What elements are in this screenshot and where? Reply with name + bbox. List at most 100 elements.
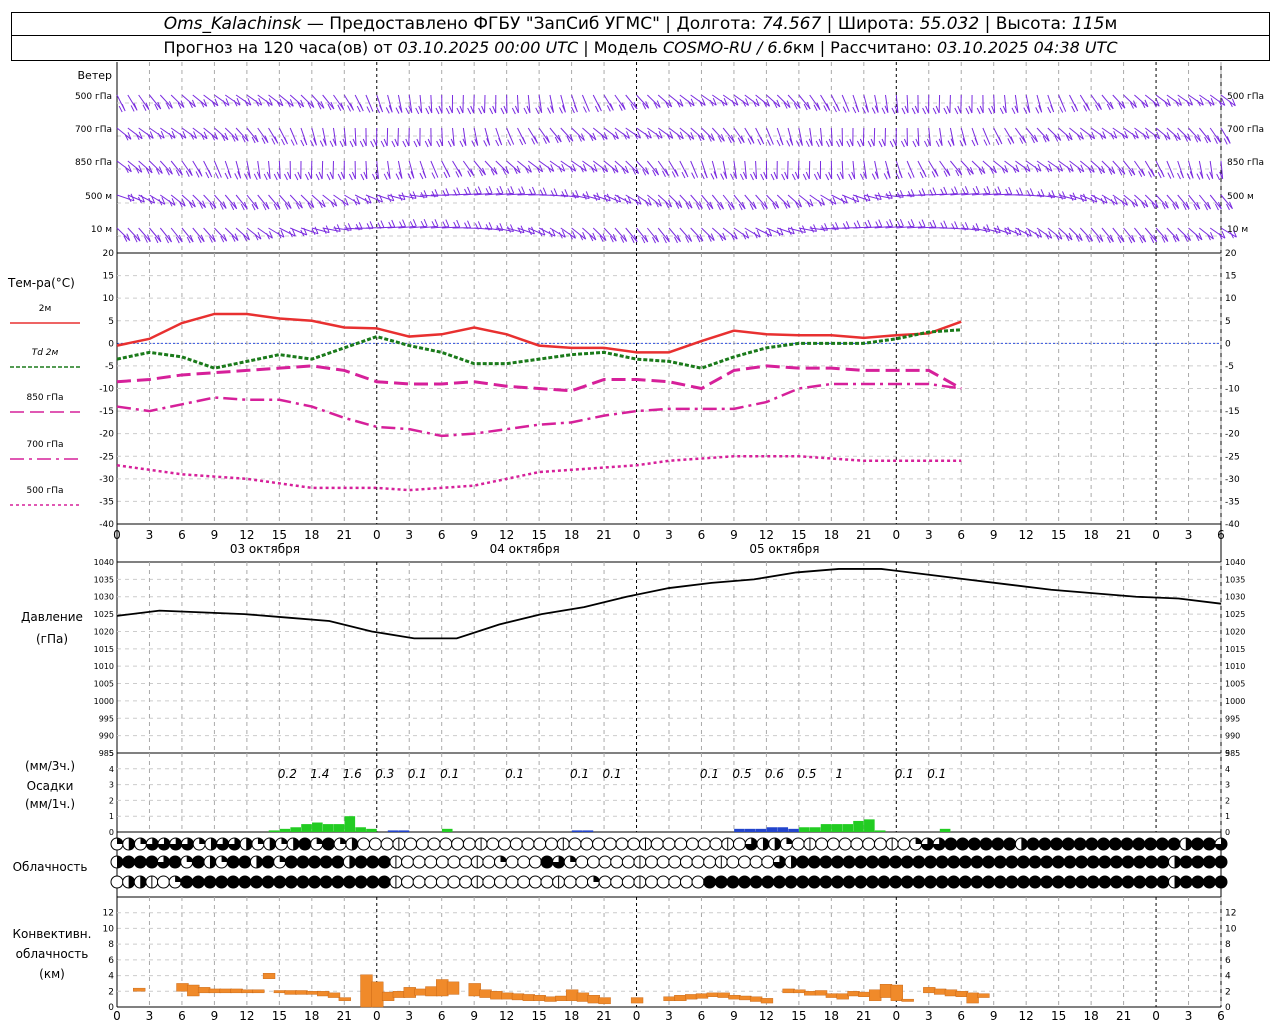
cloud-symbol — [284, 855, 298, 869]
precip-bar-green — [799, 827, 810, 832]
cloud-symbol-circle — [970, 875, 984, 889]
cloud-symbol-circle — [1191, 875, 1205, 889]
cloud-symbol — [967, 837, 981, 851]
precip-amount-label: 0.1 — [505, 767, 524, 781]
cloud-symbol — [493, 855, 507, 869]
cloud-symbol-circle — [1028, 875, 1042, 889]
wind-barb — [1177, 194, 1190, 211]
cloud-symbol-circle — [1005, 875, 1019, 889]
cloud-symbol-circle — [435, 855, 449, 869]
cloud-symbol — [732, 837, 746, 851]
pressure-tick-left: 995 — [99, 714, 114, 723]
cloud-symbol-circle — [935, 855, 949, 869]
wind-barb — [582, 227, 597, 242]
temp-tick-left: -30 — [99, 475, 114, 485]
cloud-symbol — [703, 855, 717, 869]
wind-barb — [224, 160, 232, 180]
wind-barb — [495, 160, 510, 175]
wind-barb — [848, 160, 856, 181]
cloud-symbol — [545, 837, 559, 851]
cloud-symbol — [308, 855, 322, 869]
cloud-symbol-quarter — [281, 838, 288, 844]
conv-cloud-bar — [446, 981, 460, 995]
cloud-symbol-circle — [691, 855, 705, 869]
conv-tick-left: 6 — [108, 956, 114, 966]
cloud-symbol — [1214, 875, 1228, 889]
precip-bar-blue — [755, 828, 767, 832]
cloud-symbol — [528, 875, 542, 889]
wind-barb — [690, 194, 703, 210]
wind-barb — [463, 186, 482, 196]
cloud-symbol — [831, 875, 845, 889]
date-label: 03 октября — [230, 542, 300, 556]
precip-bar-green — [441, 828, 453, 832]
wind-barb — [395, 94, 403, 114]
cloud-symbol-circle — [447, 875, 461, 889]
cloud-symbol-circle — [838, 837, 852, 851]
temp-tick-right: -20 — [1225, 430, 1240, 440]
precip-bar-green — [831, 824, 843, 832]
conv-cloud-bar — [425, 986, 438, 997]
wind-barb — [279, 94, 294, 108]
cloud-symbol-quarter — [186, 856, 193, 862]
cloud-symbol-circle — [342, 875, 356, 889]
conv-cloud-bar — [436, 979, 449, 997]
wind-barb — [419, 160, 427, 180]
time-tick-label: 12 — [759, 528, 774, 542]
cloud-symbol-circle — [685, 837, 699, 851]
cloud-symbol — [249, 855, 263, 869]
wind-barb — [722, 127, 735, 144]
cloud-symbol — [633, 855, 647, 869]
cloud-symbol-circle — [610, 855, 624, 869]
wind-barb — [791, 160, 800, 181]
temp-tick-left: -40 — [99, 520, 114, 530]
wind-barb — [581, 94, 590, 113]
cloud-symbol — [749, 875, 763, 889]
wind-barb — [701, 227, 715, 242]
wind-barb — [1209, 127, 1221, 144]
pressure-tick-right: 995 — [1225, 714, 1240, 723]
cloud-symbol — [251, 837, 265, 851]
cloud-symbol-quarter — [500, 856, 507, 862]
precip-bar-green — [874, 830, 886, 832]
cloud-symbol — [877, 855, 891, 869]
cloud-symbol — [533, 837, 547, 851]
wind-barb — [614, 227, 628, 243]
cloud-symbol — [401, 855, 415, 869]
wind-panel-title: Ветер — [78, 69, 112, 82]
cloud-symbol — [885, 837, 899, 851]
cloud-symbol — [447, 855, 461, 869]
cloud-symbol — [389, 875, 403, 889]
conv-cloud-bar — [663, 996, 676, 1001]
cloud-symbol — [862, 837, 876, 851]
cloud-symbol-circle — [482, 855, 496, 869]
cloud-symbol-circle — [1132, 837, 1146, 851]
time-tick-label: 6 — [178, 528, 186, 542]
cloud-symbol — [580, 837, 594, 851]
temp-tick-left: 20 — [103, 249, 115, 259]
time-tick-label-bottom: 15 — [791, 1009, 806, 1023]
cloud-symbol — [482, 855, 496, 869]
cloud-symbol — [1156, 875, 1170, 889]
pressure-tick-left: 990 — [99, 732, 114, 741]
wind-level-label: 500 гПа — [1227, 92, 1264, 102]
wind-barb — [647, 94, 661, 109]
wind-barb — [1079, 160, 1095, 174]
cloud-symbol — [180, 855, 194, 869]
cloud-symbol-half — [140, 876, 147, 888]
conv-cloud-bar — [804, 991, 817, 996]
pressure-tick-left: 1035 — [94, 575, 114, 584]
wind-barb — [935, 127, 943, 148]
cloud-symbol — [791, 837, 805, 851]
precip-unit-3h: (мм/3ч.) — [25, 759, 75, 773]
time-tick-label-bottom: 0 — [113, 1009, 121, 1023]
cloud-symbol — [947, 875, 961, 889]
cloud-symbol-circle — [982, 875, 996, 889]
cloud-symbol-half — [256, 856, 263, 868]
cloud-symbol — [1132, 837, 1146, 851]
cloud-symbol — [482, 875, 496, 889]
cloud-symbol — [650, 837, 664, 851]
wind-barb — [1206, 160, 1214, 181]
conv-cloud-bar — [317, 991, 330, 997]
wind-barb — [235, 227, 250, 242]
